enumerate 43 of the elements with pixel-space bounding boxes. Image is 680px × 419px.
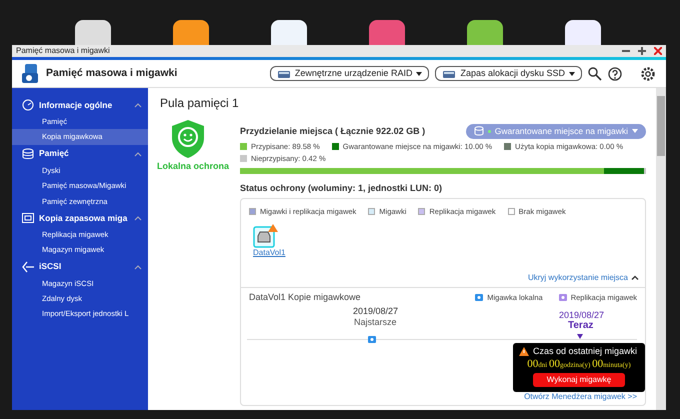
snapshots-title: DataVol1 Kopie migawkowe: [249, 292, 361, 303]
latest-date: 2019/08/27: [559, 310, 604, 321]
maximize-icon[interactable]: [638, 47, 646, 55]
sidebar-group[interactable]: Informacje ogólne: [12, 96, 148, 114]
status-title: Status ochrony (woluminy: 1, jednostki LUN: 0): [240, 182, 444, 194]
open-manager-link[interactable]: Otwórz Menedżera migawek >>: [524, 392, 637, 402]
oldest-date: 2019/08/27: [353, 306, 398, 317]
dropdown-button[interactable]: Zapas alokacji dysku SSD: [435, 66, 582, 82]
help-icon[interactable]: [608, 66, 622, 80]
pool-title: Pula pamięci 1: [160, 96, 240, 111]
app-title: Pamięć masowa i migawki: [46, 66, 178, 80]
protection-label: Lokalna ochrona: [157, 161, 230, 172]
scrollbar-thumb[interactable]: [657, 96, 665, 156]
dot-icon: [488, 130, 491, 133]
sidebar-group[interactable]: Pamięć: [12, 144, 148, 163]
snapshot-marker-icon: [368, 336, 376, 343]
oldest-label: Najstarsze: [354, 316, 397, 328]
warning-icon: [519, 346, 529, 356]
sidebar-group[interactable]: iSCSI: [12, 258, 148, 276]
shield-smiley-icon: [170, 119, 206, 159]
caret-icon: [632, 129, 638, 134]
settings-icon[interactable]: [640, 66, 656, 82]
storage-app-icon: [22, 64, 40, 84]
dropdown-button[interactable]: Zewnętrzne urządzenie RAID: [270, 66, 430, 82]
gauge-icon: [22, 99, 34, 111]
sidebar-group[interactable]: Kopia zapasowa miga: [12, 208, 148, 227]
camera-icon: [558, 294, 567, 301]
latest-label: Teraz: [568, 320, 594, 332]
close-icon[interactable]: [654, 47, 662, 55]
minimize-icon[interactable]: [622, 47, 630, 55]
take-snapshot-button[interactable]: Wykonaj migawkę: [532, 372, 626, 387]
camera-icon: [475, 294, 484, 301]
collapse-chevron-icon[interactable]: [631, 275, 639, 280]
allocation-title: Przydzielanie miejsca ( Łącznie 922.02 GB ): [240, 126, 426, 137]
raid-icon: [276, 68, 291, 78]
volume-link[interactable]: DataVol1: [253, 248, 301, 258]
hide-usage-link[interactable]: Ukryj wykorzystanie miejsca: [528, 273, 628, 284]
caret-icon: [416, 72, 422, 76]
window-title: Pamięć masowa i migawki: [16, 46, 110, 56]
caret-icon: [569, 72, 575, 76]
tooltip-title: Czas od ostatniej migawki: [533, 346, 638, 357]
search-icon[interactable]: [588, 66, 602, 80]
backup-icon: [22, 212, 34, 224]
